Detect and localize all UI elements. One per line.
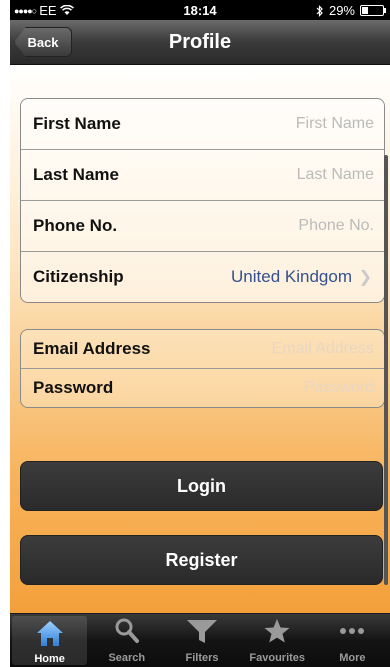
more-icon [332, 614, 372, 648]
last-name-input[interactable] [162, 165, 376, 185]
tab-favourites-label: Favourites [249, 652, 306, 664]
tab-favourites[interactable]: Favourites [240, 614, 315, 667]
status-bar: ●●●●○ EE 18:14 29% [10, 0, 390, 20]
first-name-row[interactable]: First Name [21, 99, 384, 150]
phone-row[interactable]: Phone No. [21, 201, 384, 252]
search-icon [107, 614, 147, 648]
tab-bar: Home Search Filters Favourites More [10, 614, 390, 667]
tab-filters-label: Filters [185, 652, 219, 664]
last-name-label: Last Name [33, 165, 119, 184]
status-right: 29% [316, 3, 386, 18]
tab-search[interactable]: Search [89, 614, 164, 667]
citizenship-value: United Kindgom [231, 267, 352, 286]
password-row[interactable]: Password [21, 369, 384, 407]
navigation-bar: Back Profile [10, 20, 390, 65]
password-label: Password [33, 378, 114, 397]
password-input[interactable] [162, 378, 376, 398]
personal-details-group: First Name Last Name Phone No. Citizensh… [20, 98, 385, 303]
account-details-group: Email Address Password [20, 329, 385, 408]
login-button[interactable]: Login [20, 461, 383, 511]
first-name-label: First Name [33, 114, 121, 133]
email-row[interactable]: Email Address [21, 330, 384, 369]
tab-home[interactable]: Home [12, 616, 88, 665]
citizenship-row[interactable]: Citizenship United Kindgom ❯ [21, 252, 384, 302]
star-icon [257, 614, 297, 648]
email-input[interactable] [162, 339, 376, 359]
battery-tip [384, 8, 386, 13]
phone-label: Phone No. [33, 216, 118, 235]
filter-icon [182, 614, 222, 648]
email-label: Email Address [33, 339, 151, 358]
register-button[interactable]: Register [20, 535, 383, 585]
bluetooth-icon [316, 4, 323, 17]
battery-percent: 29% [328, 3, 355, 18]
tab-search-label: Search [108, 652, 146, 664]
battery-level-fill [362, 7, 369, 14]
tab-more[interactable]: More [315, 614, 390, 667]
phone-input[interactable] [162, 216, 376, 236]
home-icon [30, 616, 70, 649]
citizenship-label: Citizenship [33, 267, 124, 286]
tab-more-label: More [339, 652, 366, 664]
tab-home-label: Home [34, 653, 65, 665]
scroll-indicator[interactable] [384, 155, 388, 585]
profile-form[interactable]: First Name Last Name Phone No. Citizensh… [10, 65, 390, 613]
battery-icon [360, 5, 386, 16]
page-title: Profile [168, 31, 232, 53]
phone-screen: ●●●●○ EE 18:14 29% Back Profile First Na… [10, 0, 390, 667]
tab-filters[interactable]: Filters [164, 614, 239, 667]
last-name-row[interactable]: Last Name [21, 150, 384, 201]
first-name-input[interactable] [162, 114, 376, 134]
chevron-right-icon: ❯ [358, 269, 372, 286]
